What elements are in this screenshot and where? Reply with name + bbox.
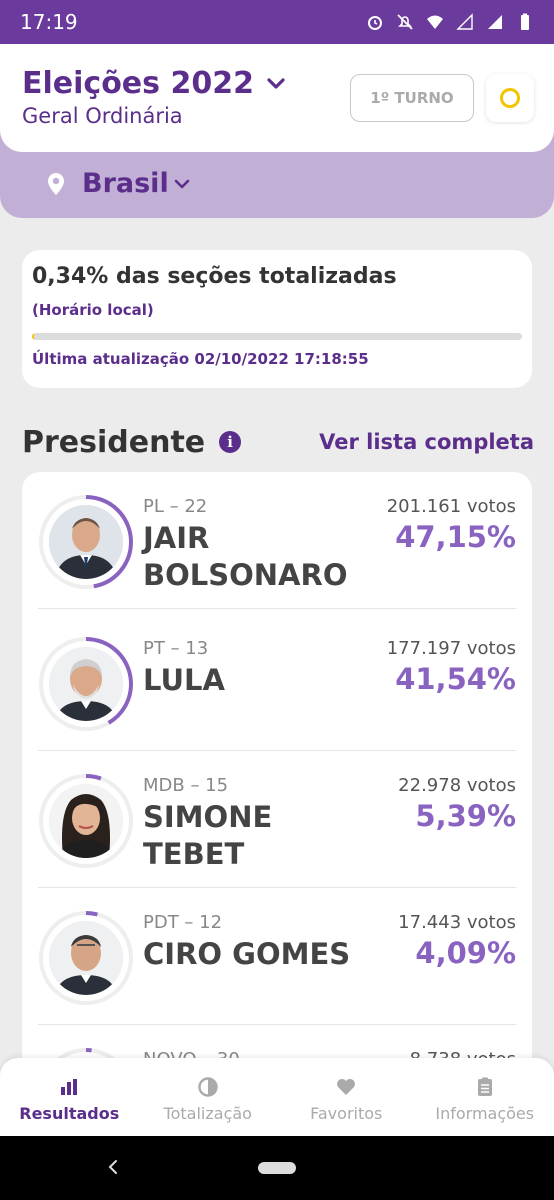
candidate-photo — [49, 647, 123, 721]
heart-icon — [337, 1079, 356, 1095]
app-header: Eleições 2022 Geral Ordinária 1º TURNO — [0, 44, 554, 152]
totalization-card: 0,34% das seções totalizadas (Horário lo… — [22, 250, 532, 388]
election-subtitle: Geral Ordinária — [22, 104, 183, 128]
candidate-photo — [49, 505, 123, 579]
mute-icon — [397, 14, 413, 30]
candidate-party: MDB – 15 — [143, 775, 229, 796]
candidate-avatar — [38, 494, 134, 590]
local-time-label: (Horário local) — [32, 301, 154, 319]
nav-label: Favoritos — [310, 1104, 383, 1123]
section-header: Presidente i Ver lista completa — [22, 424, 534, 460]
nav-resultados[interactable]: Resultados — [0, 1058, 139, 1136]
candidate-percent: 47,15% — [395, 520, 516, 554]
totalization-progress-bar — [32, 333, 522, 340]
chevron-down-icon — [174, 179, 190, 189]
location-pin-icon — [48, 173, 64, 195]
home-pill[interactable] — [258, 1162, 296, 1174]
back-icon[interactable] — [104, 1158, 122, 1176]
nav-label: Totalização — [163, 1104, 252, 1123]
refresh-button[interactable] — [486, 74, 534, 122]
wifi-icon — [427, 15, 443, 29]
election-selector[interactable]: Eleições 2022 — [22, 66, 286, 101]
bar-chart-icon — [61, 1079, 78, 1095]
candidate-avatar — [38, 773, 134, 869]
candidate-row[interactable]: PT – 13 LULA 177.197 votos 41,54% — [38, 614, 516, 751]
nav-favoritos[interactable]: Favoritos — [277, 1058, 416, 1136]
candidate-row[interactable]: PDT – 12 CIRO GOMES 17.443 votos 4,09% — [38, 888, 516, 1025]
candidate-votes: 22.978 votos — [398, 775, 516, 796]
info-icon[interactable]: i — [219, 431, 242, 453]
candidate-percent: 4,09% — [415, 936, 516, 970]
system-navigation-bar — [0, 1136, 554, 1200]
candidate-party: PL – 22 — [143, 496, 208, 517]
chevron-down-icon — [267, 77, 285, 89]
last-update-text: Última atualização 02/10/2022 17:18:55 — [32, 350, 369, 368]
bottom-navigation: Resultados Totalização Favoritos Informa… — [0, 1058, 554, 1136]
candidate-name: SIMONE TEBET — [143, 800, 273, 871]
signal-icon — [488, 15, 502, 29]
sections-totalized-text: 0,34% das seções totalizadas — [32, 264, 397, 289]
nav-label: Resultados — [19, 1104, 120, 1123]
nav-totalizacao[interactable]: Totalização — [139, 1058, 278, 1136]
signal-4g-icon — [456, 13, 473, 30]
candidate-name: LULA — [143, 663, 225, 697]
status-bar: 17:19 — [0, 0, 554, 44]
election-title: Eleições 2022 — [22, 66, 254, 101]
candidate-name: JAIR BOLSONARO — [143, 521, 348, 592]
battery-icon — [521, 13, 529, 30]
candidate-party: PDT – 12 — [143, 912, 223, 933]
status-icons — [366, 13, 534, 31]
status-time: 17:19 — [20, 10, 78, 34]
nav-label: Informações — [435, 1104, 535, 1123]
candidate-party: PT – 13 — [143, 638, 209, 659]
alarm-icon — [368, 16, 382, 30]
candidate-row[interactable]: MDB – 15 SIMONE TEBET 22.978 votos 5,39% — [38, 751, 516, 888]
candidate-photo — [49, 921, 123, 995]
candidate-name: CIRO GOMES — [143, 937, 351, 971]
pie-icon — [198, 1077, 218, 1097]
candidate-votes: 177.197 votos — [386, 638, 516, 659]
nav-informacoes[interactable]: Informações — [416, 1058, 554, 1136]
candidate-row[interactable]: PL – 22 JAIR BOLSONARO 201.161 votos 47,… — [38, 472, 516, 609]
section-title: Presidente — [22, 424, 206, 460]
candidate-percent: 41,54% — [395, 662, 516, 696]
candidate-votes: 17.443 votos — [398, 912, 516, 933]
location-label: Brasil — [82, 168, 169, 199]
candidate-avatar — [38, 910, 134, 1006]
turno-button[interactable]: 1º TURNO — [350, 74, 474, 122]
see-full-list-link[interactable]: Ver lista completa — [319, 430, 534, 454]
refresh-icon — [500, 88, 520, 108]
candidate-votes: 201.161 votos — [386, 496, 516, 517]
candidate-avatar — [38, 636, 134, 732]
clipboard-icon — [477, 1077, 492, 1096]
candidate-photo — [49, 784, 123, 858]
candidate-percent: 5,39% — [415, 799, 516, 833]
progress-fill — [32, 333, 35, 340]
